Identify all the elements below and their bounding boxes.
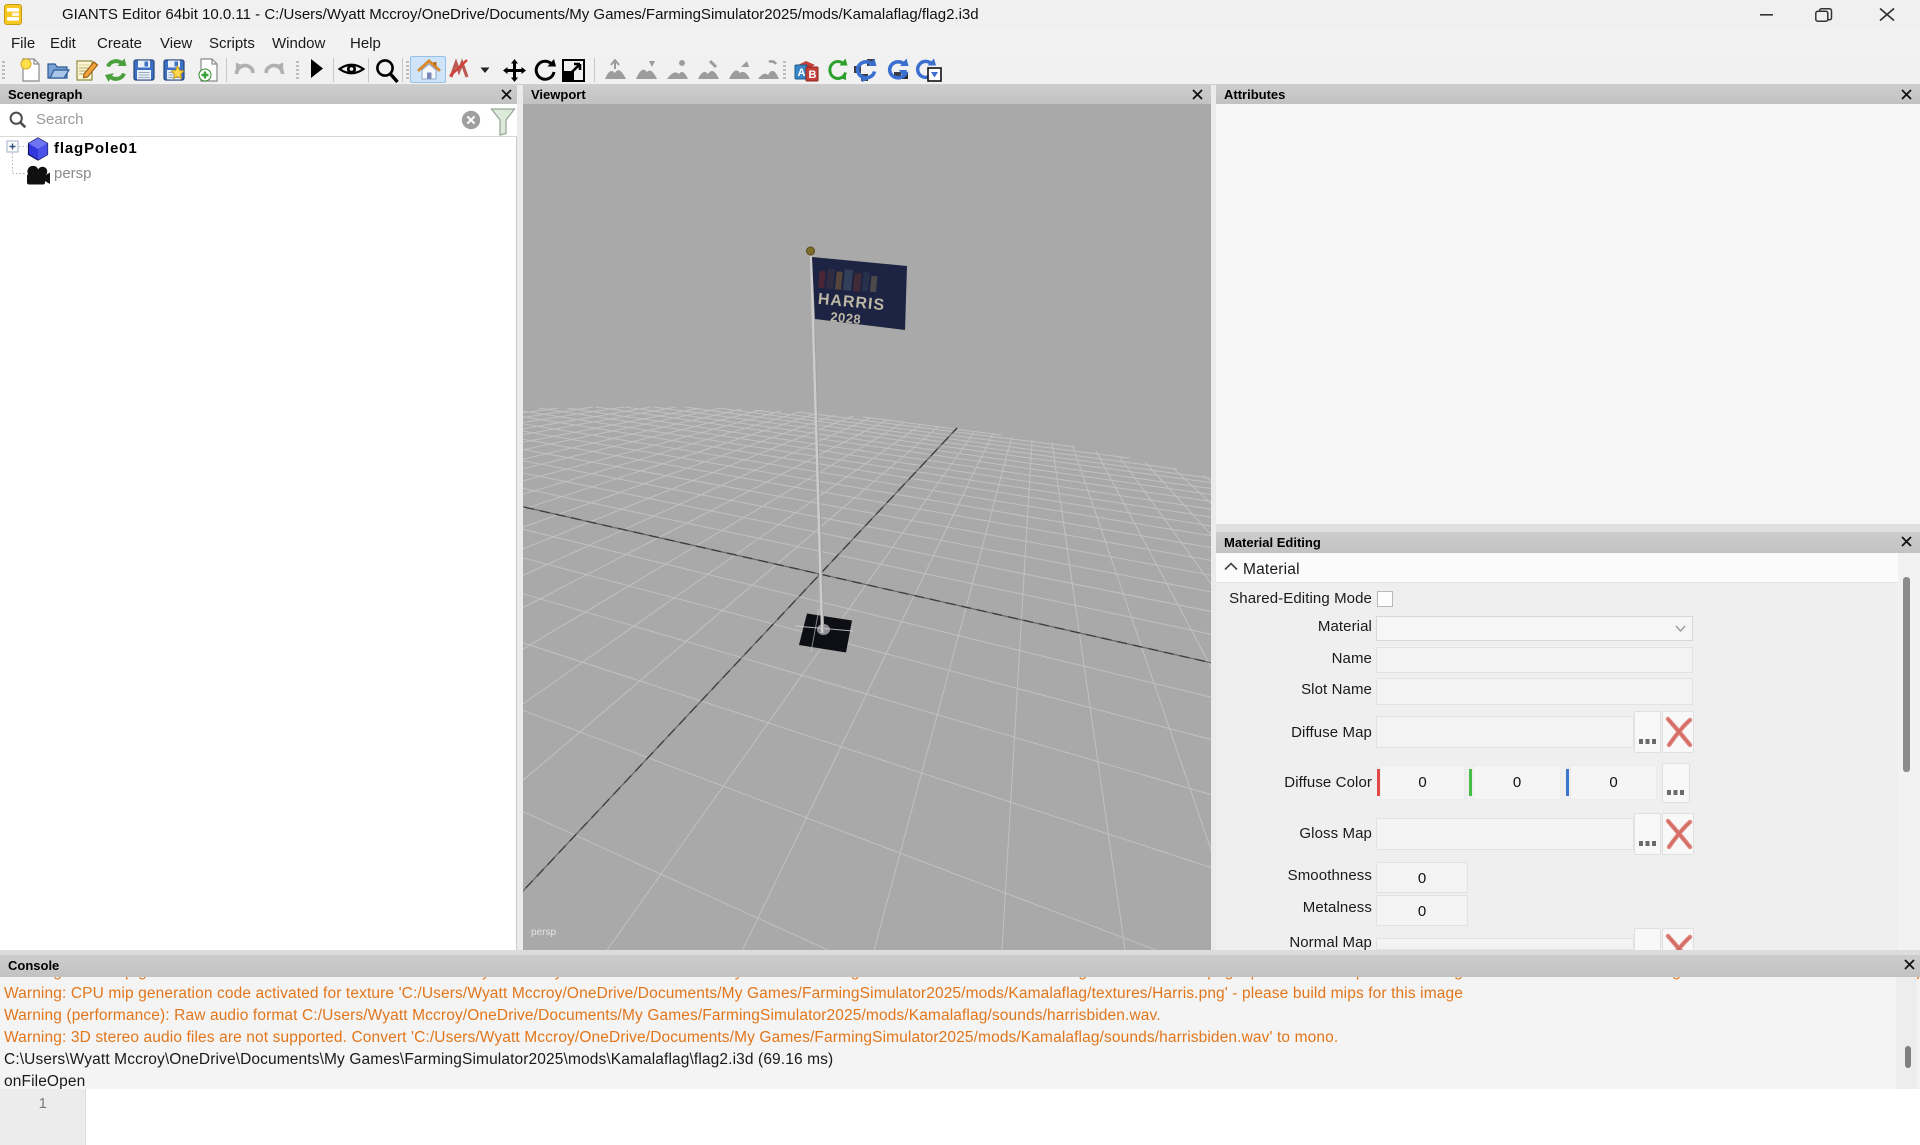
svg-text:2028: 2028: [830, 309, 862, 327]
svg-text:persp: persp: [531, 927, 556, 938]
svg-text:B: B: [809, 69, 817, 81]
svg-text:A: A: [798, 67, 806, 79]
